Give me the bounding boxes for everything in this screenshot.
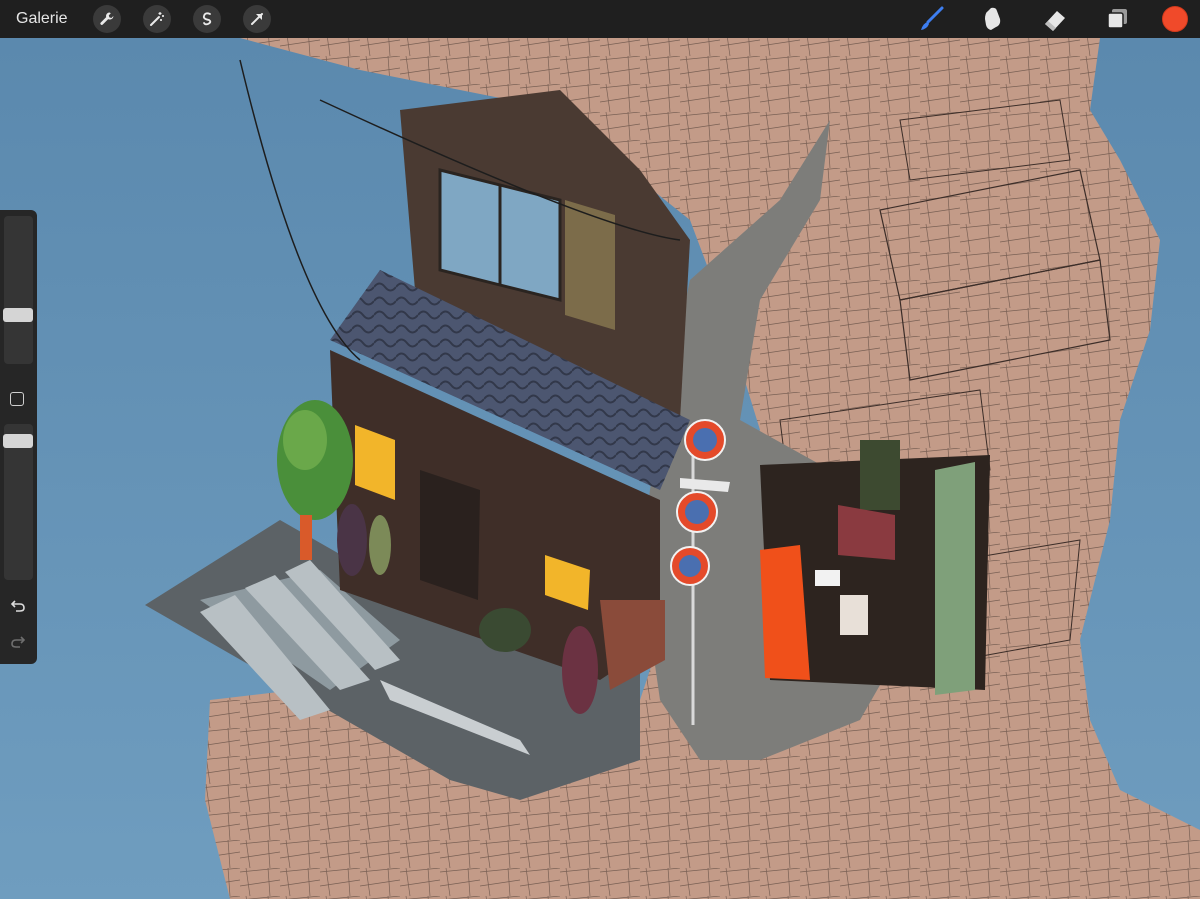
brush-size-thumb[interactable] (3, 308, 33, 322)
opacity-slider[interactable] (3, 424, 33, 580)
wrench-icon (99, 12, 113, 25)
brush-icon (921, 6, 944, 30)
layers-button[interactable] (1102, 4, 1132, 34)
top-toolbar: Galerie (0, 0, 1200, 38)
undo-button[interactable] (8, 596, 28, 616)
brush-size-slider[interactable] (3, 216, 33, 364)
layers-icon (1107, 9, 1127, 29)
transform-icon (250, 13, 263, 25)
selection-button[interactable] (192, 5, 221, 33)
smudge-icon (985, 7, 1001, 31)
smudge-tool-button[interactable] (978, 4, 1008, 34)
left-sidebar (0, 210, 37, 664)
undo-icon (10, 600, 25, 612)
eraser-tool-button[interactable] (1040, 4, 1070, 34)
eraser-icon (1045, 11, 1065, 31)
actions-button[interactable] (92, 5, 121, 33)
drawing-canvas[interactable] (0, 0, 1200, 899)
alley-shop (760, 440, 990, 695)
gallery-button[interactable]: Galerie (16, 10, 68, 28)
magic-wand-icon (149, 12, 164, 26)
opacity-thumb[interactable] (3, 434, 33, 448)
transform-button[interactable] (242, 5, 271, 33)
selection-icon (202, 12, 211, 26)
adjustments-button[interactable] (142, 5, 171, 33)
color-picker-button[interactable] (1162, 6, 1188, 32)
redo-icon (11, 636, 26, 648)
redo-button[interactable] (8, 632, 28, 652)
brush-tool-button[interactable] (916, 4, 946, 34)
modify-button[interactable] (10, 392, 24, 406)
